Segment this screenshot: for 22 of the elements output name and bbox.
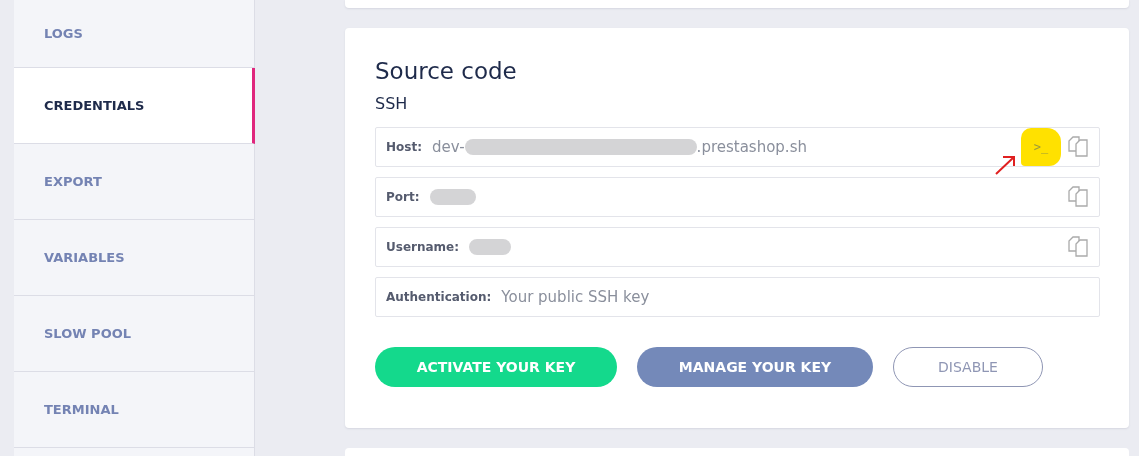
copy-icon[interactable] <box>1067 186 1089 208</box>
copy-icon[interactable] <box>1067 136 1089 158</box>
field-label: Username: <box>386 240 460 254</box>
field-label: Authentication: <box>386 290 492 304</box>
copy-icon[interactable] <box>1067 236 1089 258</box>
sidebar-item[interactable]: SLOW POOL <box>14 296 254 372</box>
field-label: Host: <box>386 140 422 154</box>
sidebar-item[interactable]: TERMINAL <box>14 372 254 448</box>
field-label: Port: <box>386 190 420 204</box>
sidebar-item[interactable]: VARIABLES <box>14 220 254 296</box>
field-value: dev- <box>431 138 465 156</box>
key-button[interactable]: ACTIVATE YOUR KEY <box>375 347 617 387</box>
card-title: Source code <box>375 58 518 84</box>
sidebar-item[interactable]: CREDENTIALS <box>14 68 255 144</box>
key-button[interactable]: MANAGE YOUR KEY <box>637 347 873 387</box>
annotation-arrow <box>993 154 1017 176</box>
field-value: .prestashop.sh <box>696 138 807 156</box>
section-title: SSH <box>375 94 409 113</box>
sidebar-item[interactable]: EXPORT <box>14 144 254 220</box>
field-value: Your public SSH key <box>501 288 650 306</box>
terminal-button[interactable]: >_ <box>1021 128 1061 166</box>
disable-button[interactable]: DISABLE <box>893 347 1043 387</box>
